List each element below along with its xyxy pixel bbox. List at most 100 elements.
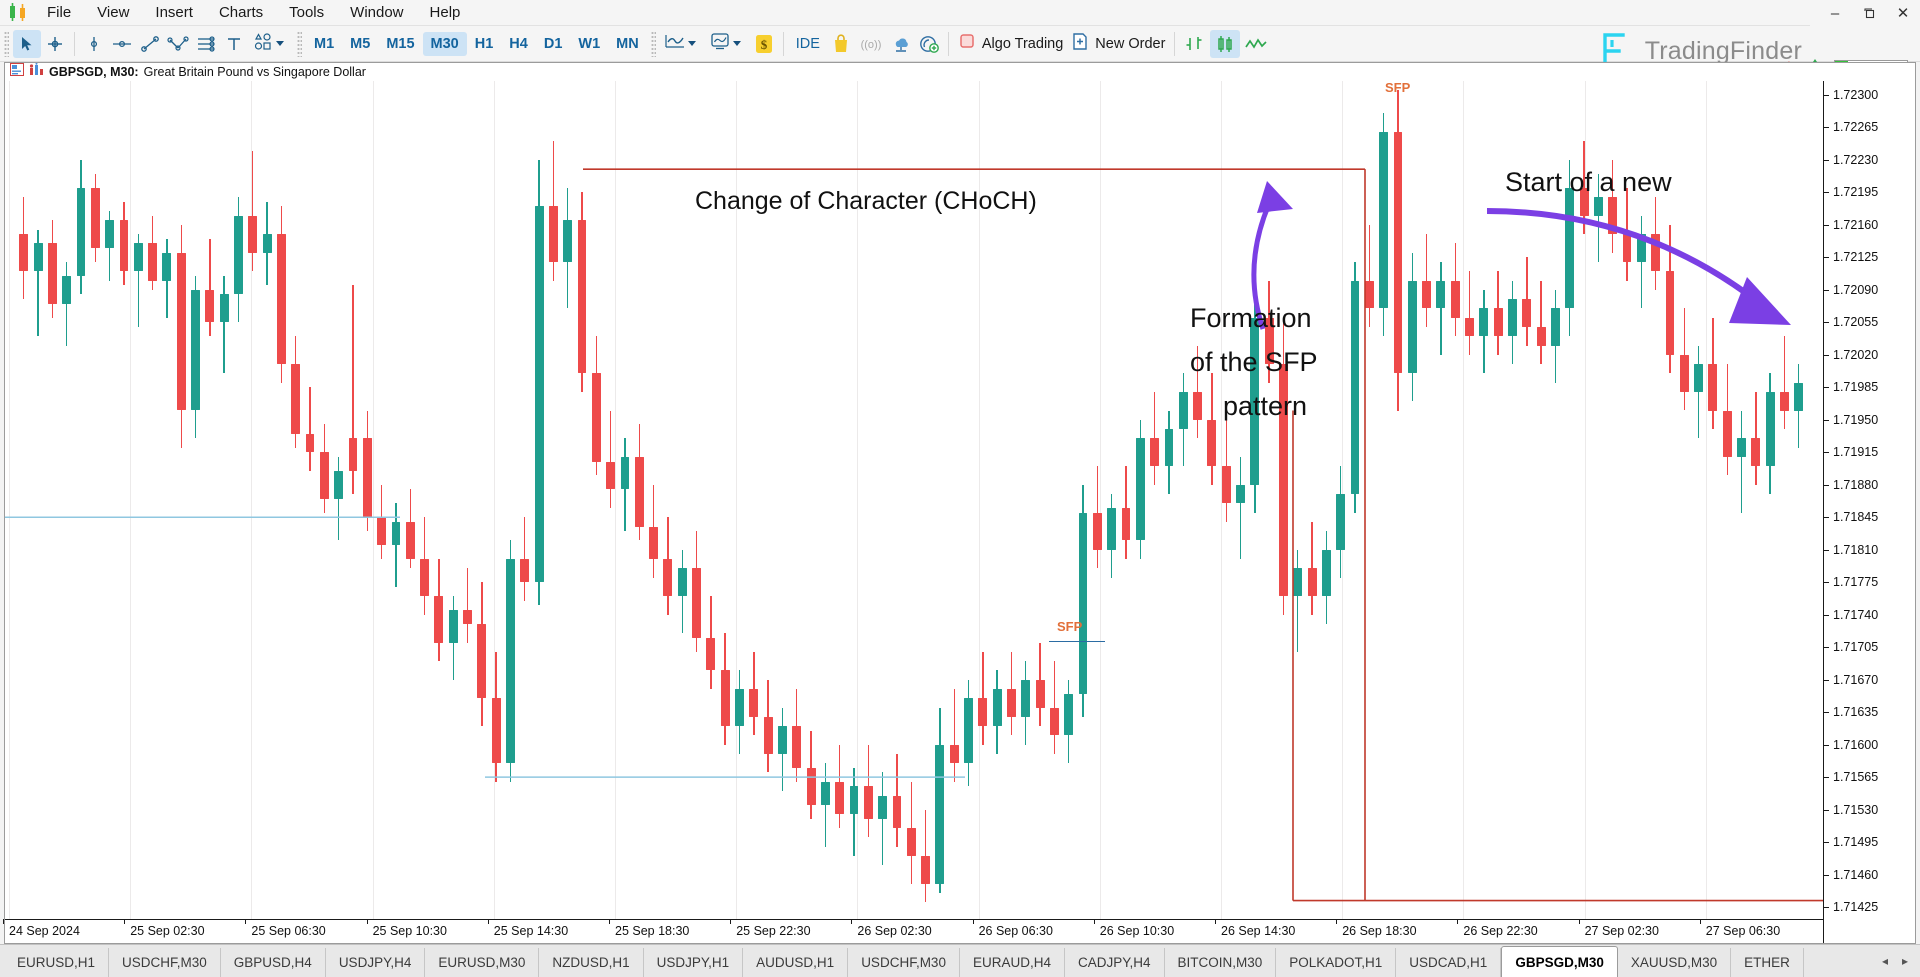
new-order-button[interactable]: New Order <box>1067 30 1169 58</box>
candle-body <box>749 688 759 717</box>
toolbar-grip[interactable] <box>4 30 9 57</box>
algo-trading-button[interactable]: Algo Trading <box>954 30 1067 58</box>
candle-body <box>463 610 472 624</box>
menu-item-help[interactable]: Help <box>417 1 474 25</box>
candle-body <box>978 698 988 727</box>
symbol-tab[interactable]: EURUSD,H1 <box>4 948 110 977</box>
polyline-icon[interactable] <box>164 30 192 58</box>
vertical-line-icon[interactable] <box>80 30 108 58</box>
line-chart-icon[interactable] <box>1240 30 1272 58</box>
timeframe-m1[interactable]: M1 <box>306 32 342 56</box>
equidistant-channel-icon[interactable] <box>192 30 220 58</box>
horizontal-line-icon[interactable] <box>108 30 136 58</box>
timeframe-w1[interactable]: W1 <box>570 32 608 56</box>
symbol-tab[interactable]: XAUUSD,M30 <box>1618 948 1732 977</box>
symbol-tab[interactable]: USDJPY,H4 <box>326 948 426 977</box>
price-tick: 1.71740 <box>1824 608 1878 622</box>
timeframe-d1[interactable]: D1 <box>536 32 571 56</box>
candle-body <box>362 438 372 518</box>
symbol-tab[interactable]: BITCOIN,M30 <box>1165 948 1277 977</box>
close-icon[interactable]: ✕ <box>1886 1 1920 25</box>
symbol-tab[interactable]: GBPUSD,H4 <box>221 948 326 977</box>
symbol-tab[interactable]: USDCHF,M30 <box>848 948 960 977</box>
price-tick: 1.72230 <box>1824 153 1878 167</box>
price-tick: 1.71950 <box>1824 413 1878 427</box>
candlestick-canvas[interactable]: Change of Character (CHoCH) Formation of t… <box>5 81 1823 919</box>
svg-text:((o)): ((o)) <box>860 39 881 51</box>
symbol-tab[interactable]: USDJPY,H1 <box>644 948 744 977</box>
symbol-tab[interactable]: USDCAD,H1 <box>1396 948 1502 977</box>
candle-body <box>1651 234 1661 272</box>
candle-body <box>1765 391 1775 467</box>
symbol-tab[interactable]: POLKADOT,H1 <box>1276 948 1397 977</box>
candle-body <box>377 517 387 546</box>
candlestick-chart-icon[interactable] <box>1210 29 1241 58</box>
market-bag-icon[interactable] <box>827 30 855 58</box>
symbol-tab[interactable]: ETHER <box>1731 948 1804 977</box>
price-axis[interactable]: 1.72300 1.72265 1.72230 1.72195 1.72160 1.721… <box>1823 81 1915 943</box>
timeframe-h1[interactable]: H1 <box>467 32 502 56</box>
minimize-icon[interactable]: – <box>1818 1 1852 25</box>
candle-body <box>62 275 72 304</box>
timeframe-grip[interactable] <box>297 30 302 57</box>
candle-wick <box>223 275 225 374</box>
indicators-grip[interactable] <box>650 30 656 57</box>
svg-text:$: $ <box>760 37 767 52</box>
grid-line <box>9 81 10 919</box>
indicators-icon <box>664 31 686 56</box>
cursor-icon[interactable] <box>13 29 41 58</box>
symbol-tab[interactable]: USDCHF,M30 <box>109 948 221 977</box>
candle-body <box>1064 693 1074 736</box>
bar-chart-icon[interactable] <box>1180 30 1210 58</box>
timeframe-mn[interactable]: MN <box>608 32 647 56</box>
trendline-icon[interactable] <box>136 30 164 58</box>
indicators-tool[interactable] <box>660 30 705 58</box>
chart-description-label: Great Britain Pound vs Singapore Dollar <box>143 65 366 79</box>
cloud-icon[interactable] <box>887 30 915 58</box>
candle-wick <box>337 456 340 541</box>
ide-button[interactable]: IDE <box>789 30 827 58</box>
symbol-tab[interactable]: EURUSD,M30 <box>425 948 540 977</box>
shapes-tool[interactable] <box>248 30 293 58</box>
text-icon[interactable] <box>220 30 248 58</box>
menu-item-view[interactable]: View <box>84 1 142 25</box>
toolbar-separator-4 <box>1174 31 1176 56</box>
candle-wick <box>824 763 827 847</box>
time-tick: 25 Sep 18:30 <box>608 919 690 938</box>
symbol-tab[interactable]: AUDUSD,H1 <box>743 948 849 977</box>
chart-plot-area[interactable]: Change of Character (CHoCH) Formation of t… <box>3 81 1915 943</box>
tab-prev-button[interactable]: ◂ <box>1882 954 1888 968</box>
candle-body <box>234 215 243 295</box>
maximize-icon[interactable] <box>1852 1 1886 25</box>
signals-icon[interactable]: ((o)) <box>855 30 887 58</box>
candle-body <box>1135 438 1145 541</box>
symbol-tab[interactable]: CADJPY,H4 <box>1065 948 1165 977</box>
menu-item-window[interactable]: Window <box>337 1 416 25</box>
candle-body <box>1780 391 1789 411</box>
symbol-tab-active[interactable]: GBPSGD,M30 <box>1501 946 1618 977</box>
dollar-icon[interactable]: $ <box>750 30 778 58</box>
symbol-tab[interactable]: NZDUSD,H1 <box>539 948 644 977</box>
timeframe-m15[interactable]: M15 <box>378 32 422 56</box>
candle-body <box>1593 197 1603 216</box>
candle-body <box>47 243 57 304</box>
timeframe-m5[interactable]: M5 <box>342 32 378 56</box>
tab-next-button[interactable]: ▸ <box>1902 954 1908 968</box>
candle-body <box>1565 187 1575 309</box>
time-axis[interactable]: 24 Sep 2024 25 Sep 02:30 25 Sep 06:30 25 Se… <box>3 919 1823 943</box>
menu-item-insert[interactable]: Insert <box>142 1 206 25</box>
menu-item-charts[interactable]: Charts <box>206 1 276 25</box>
symbol-tab[interactable]: EURAUD,H4 <box>960 948 1065 977</box>
menu-item-tools[interactable]: Tools <box>276 1 337 25</box>
timeframe-m30[interactable]: M30 <box>422 31 467 56</box>
crosshair-icon[interactable] <box>41 30 69 58</box>
menu-item-file[interactable]: File <box>34 1 84 25</box>
candle-body <box>1479 308 1489 337</box>
candle-body <box>1150 438 1160 467</box>
templates-tool[interactable] <box>705 30 750 58</box>
candle-body <box>119 220 129 272</box>
timeframe-h4[interactable]: H4 <box>501 32 536 56</box>
copy-trading-icon[interactable] <box>915 30 943 58</box>
candle-body <box>477 623 487 699</box>
candle-body <box>878 795 888 819</box>
